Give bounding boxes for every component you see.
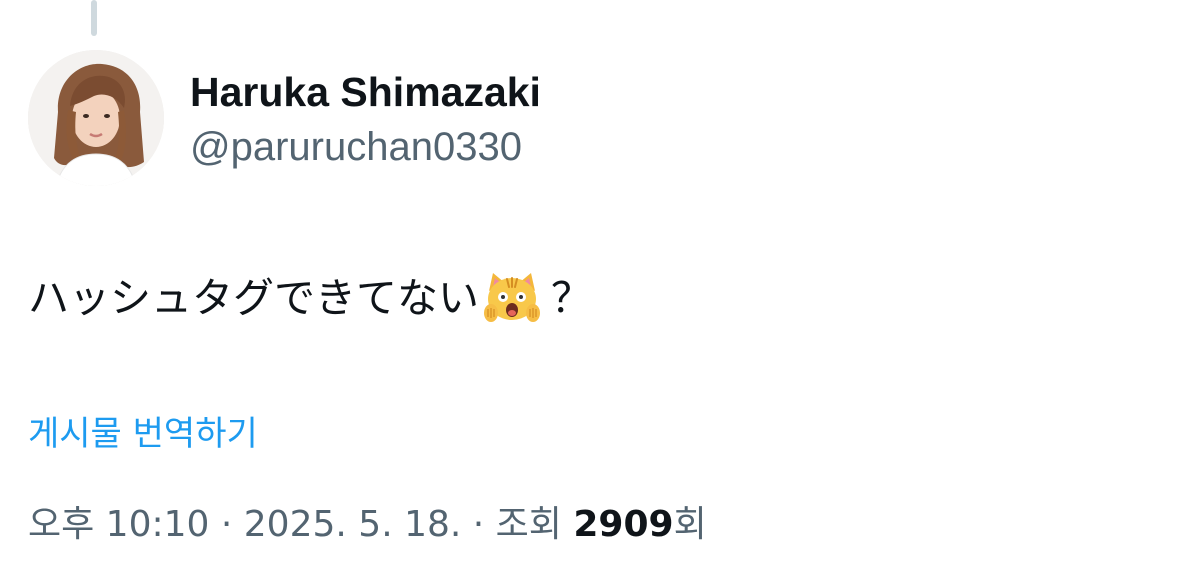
meta-separator-2: · — [461, 504, 496, 545]
tweet-date[interactable]: 2025. 5. 18. — [244, 504, 462, 545]
tweet-text-body: ハッシュタグできてない — [28, 274, 479, 322]
views-count: 2909 — [573, 504, 674, 545]
thread-connector-line — [91, 0, 97, 36]
author-avatar[interactable] — [28, 50, 164, 186]
weary-cat-emoji-icon — [483, 269, 541, 327]
translate-post-link[interactable]: 게시물 번역하기 — [28, 410, 258, 458]
views-suffix: 회 — [673, 504, 707, 545]
author-handle[interactable]: @paruruchan0330 — [190, 121, 522, 173]
tweet-time[interactable]: 오후 10:10 — [28, 504, 209, 545]
author-display-name[interactable]: Haruka Shimazaki — [190, 66, 541, 118]
tweet-meta: 오후 10:10 · 2025. 5. 18. · 조회 2909회 — [28, 500, 707, 550]
tweet-text: ハッシュタグできてない ？ — [28, 268, 592, 328]
tweet-text-suffix: ？ — [551, 274, 592, 322]
avatar-photo — [28, 50, 164, 186]
meta-separator: · — [209, 504, 244, 545]
views-label: 조회 — [495, 504, 574, 545]
